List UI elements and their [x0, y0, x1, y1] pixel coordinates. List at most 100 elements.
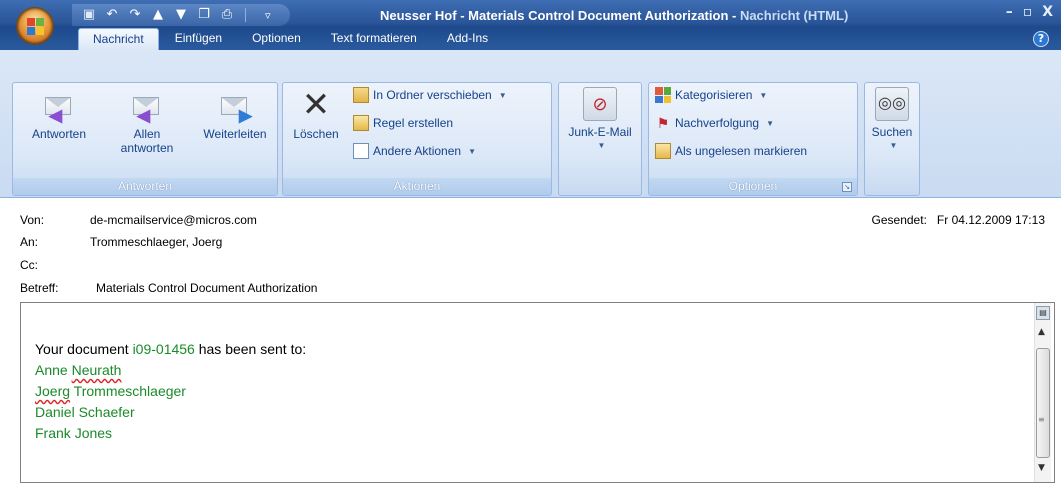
mark-unread-icon — [655, 143, 671, 159]
followup-button[interactable]: ⚑ Nachverfolgung ▼ — [655, 115, 774, 131]
chevron-down-icon: ▼ — [766, 118, 774, 128]
tab-einfuegen[interactable]: Einfügen — [161, 28, 236, 50]
group-antworten: ◀ Antworten ◀ Allen antworten ▶ Weiterle… — [12, 82, 278, 196]
body-intro-post: has been sent to: — [194, 341, 307, 357]
mark-unread-button[interactable]: Als ungelesen markieren — [655, 143, 807, 159]
rule-label: Regel erstellen — [373, 116, 454, 130]
search-label: Suchen — [871, 125, 913, 139]
from-value[interactable]: de-mcmailservice@micros.com — [90, 213, 257, 227]
window-title-accent: Nachricht (HTML) — [739, 8, 849, 23]
ribbon-tabs: Nachricht Einfügen Optionen Text formati… — [78, 28, 502, 50]
followup-label: Nachverfolgung — [675, 116, 760, 130]
binoculars-icon: ◎◎ — [875, 87, 909, 121]
sent-label: Gesendet: — [871, 213, 927, 227]
move-to-folder-button[interactable]: In Ordner verschieben ▼ — [353, 87, 507, 103]
tab-add-ins[interactable]: Add-Ins — [433, 28, 502, 50]
body-intro-pre: Your document — [35, 341, 133, 357]
redo-icon[interactable]: ↷ — [126, 6, 144, 24]
sent-row: Gesendet: Fr 04.12.2009 17:13 — [872, 213, 1045, 227]
document-id: i09-01456 — [132, 341, 195, 357]
mark-unread-label: Als ungelesen markieren — [675, 144, 808, 158]
reply-icon: ◀ — [41, 87, 77, 124]
categorize-icon — [655, 87, 671, 103]
forward-label: Weiterleiten — [203, 127, 267, 141]
group-suchen: ◎◎ Suchen ▼ — [864, 82, 920, 196]
delete-label: Löschen — [293, 127, 339, 141]
reply-all-icon: ◀ — [129, 87, 165, 124]
copy-icon[interactable]: ❐ — [195, 6, 213, 24]
reply-all-label-2: antworten — [120, 141, 174, 155]
message-body[interactable]: Your document i09-01456 has been sent to… — [20, 302, 1055, 483]
previous-item-icon[interactable]: ▲ — [149, 6, 167, 24]
chevron-down-icon: ▼ — [468, 146, 476, 156]
forward-icon: ▶ — [217, 87, 253, 124]
categorize-button[interactable]: Kategorisieren ▼ — [655, 87, 767, 103]
title-bar: ▣ ↶ ↷ ▲ ▼ ❐ ⎙ ▿ Neusser Hof - Materials … — [0, 0, 1061, 50]
help-icon[interactable]: ? — [1033, 31, 1049, 47]
recipient-item: Frank Jones — [35, 425, 113, 441]
print-icon[interactable]: ⎙ — [218, 6, 236, 24]
group-aktionen: ✕ Löschen In Ordner verschieben ▼ Regel … — [282, 82, 552, 196]
move-folder-icon — [353, 87, 369, 103]
customize-qat-icon[interactable]: ▿ — [265, 9, 271, 22]
group-label-optionen: Optionen — [649, 178, 857, 195]
scroll-thumb[interactable] — [1036, 348, 1050, 458]
categorize-label: Kategorisieren — [675, 88, 753, 102]
ruler-toggle-icon[interactable]: ▤ — [1036, 306, 1050, 320]
reply-all-button[interactable]: ◀ Allen antworten — [107, 87, 187, 155]
office-button[interactable] — [16, 7, 54, 45]
reply-label: Antworten — [31, 127, 87, 141]
recipient-item: Daniel Schaefer — [35, 404, 135, 420]
sent-value: Fr 04.12.2009 17:13 — [936, 213, 1045, 227]
delete-button[interactable]: ✕ Löschen — [287, 87, 345, 141]
other-actions-icon — [353, 143, 369, 159]
to-label: An: — [20, 235, 39, 249]
group-label-antworten: Antworten — [13, 178, 277, 195]
minimize-button[interactable]: – — [1006, 4, 1013, 20]
group-optionen: Kategorisieren ▼ ⚑ Nachverfolgung ▼ Als … — [648, 82, 858, 196]
junk-mail-button[interactable]: ⊘ Junk-E-Mail ▼ — [561, 87, 639, 153]
search-button[interactable]: ◎◎ Suchen ▼ — [867, 87, 917, 153]
office-logo-icon — [27, 18, 44, 35]
from-label: Von: — [20, 213, 45, 227]
chevron-down-icon: ▼ — [597, 141, 606, 150]
next-item-icon[interactable]: ▼ — [172, 6, 190, 24]
message-header: Von: de-mcmailservice@micros.com An: Tro… — [0, 199, 1061, 303]
scroll-up-icon[interactable]: ▲ — [1038, 327, 1045, 337]
chevron-down-icon: ▼ — [498, 90, 507, 100]
cc-label: Cc: — [20, 258, 38, 272]
scroll-grip-icon: ≡ — [1038, 415, 1045, 424]
undo-icon[interactable]: ↶ — [103, 6, 121, 24]
qat-separator — [245, 8, 246, 22]
create-rule-button[interactable]: Regel erstellen — [353, 115, 453, 131]
group-junk: ⊘ Junk-E-Mail ▼ — [558, 82, 642, 196]
vertical-scrollbar[interactable]: ▤ ▲ ≡ ▼ — [1034, 303, 1051, 482]
dialog-launcher-icon[interactable]: ↘ — [842, 182, 852, 192]
tab-optionen[interactable]: Optionen — [238, 28, 315, 50]
ribbon: ◀ Antworten ◀ Allen antworten ▶ Weiterle… — [0, 50, 1061, 198]
body-text: Your document i09-01456 has been sent to… — [35, 339, 306, 444]
chevron-down-icon: ▼ — [759, 90, 768, 100]
delete-icon: ✕ — [301, 86, 331, 124]
save-icon[interactable]: ▣ — [80, 6, 98, 24]
tab-text-formatieren[interactable]: Text formatieren — [317, 28, 431, 50]
subject-value[interactable]: Materials Control Document Authorization — [96, 281, 317, 295]
scroll-down-icon[interactable]: ▼ — [1038, 463, 1045, 473]
body-intro-line: Your document i09-01456 has been sent to… — [35, 339, 306, 360]
maximize-button[interactable]: ▫ — [1023, 4, 1033, 20]
other-actions-label: Andere Aktionen — [373, 144, 462, 158]
window-title-main: Neusser Hof - Materials Control Document… — [380, 8, 740, 23]
forward-button[interactable]: ▶ Weiterleiten — [193, 87, 277, 141]
junk-mail-icon: ⊘ — [583, 87, 617, 121]
tab-nachricht[interactable]: Nachricht — [78, 28, 159, 50]
reply-all-label-1: Allen — [133, 127, 161, 141]
flag-icon: ⚑ — [656, 115, 670, 131]
close-button[interactable]: X — [1042, 4, 1053, 20]
window-controls: – ▫ X — [1006, 4, 1053, 20]
reply-button[interactable]: ◀ Antworten — [17, 87, 101, 141]
other-actions-button[interactable]: Andere Aktionen ▼ — [353, 143, 476, 159]
window-title: Neusser Hof - Materials Control Document… — [380, 8, 980, 28]
to-value[interactable]: Trommeschlaeger, Joerg — [90, 235, 222, 249]
recipient-item: Joerg Trommeschlaeger — [35, 383, 186, 399]
quick-access-toolbar: ▣ ↶ ↷ ▲ ▼ ❐ ⎙ ▿ — [72, 4, 290, 26]
